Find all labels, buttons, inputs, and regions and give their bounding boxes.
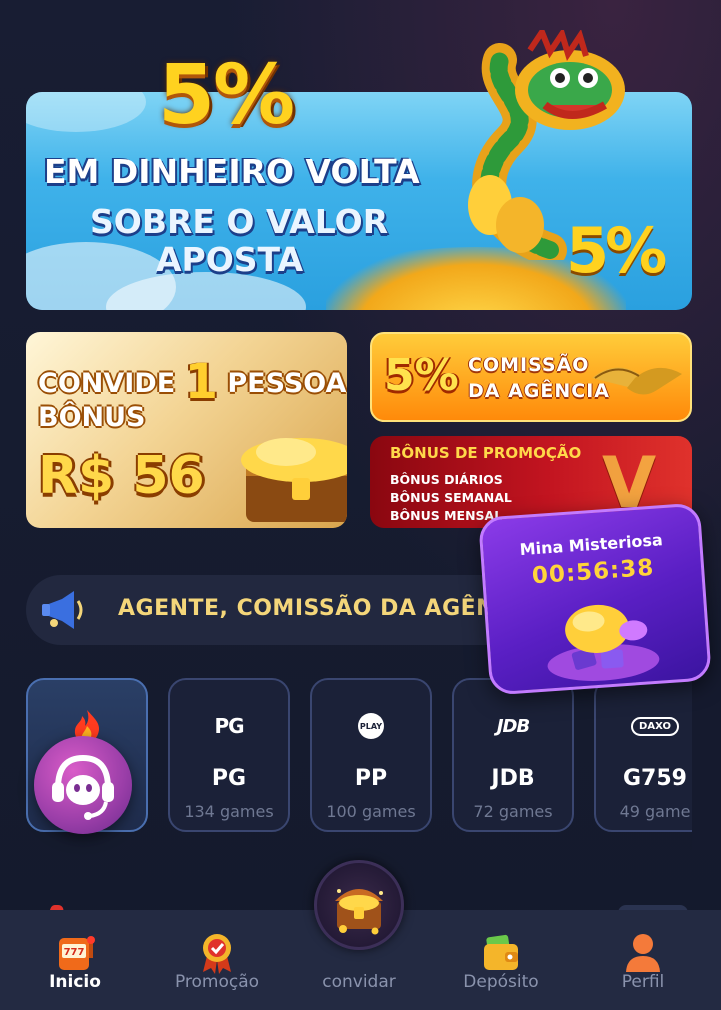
- commission-line1: COMISSÃO: [468, 354, 590, 376]
- cashback-percent: 5%: [158, 48, 295, 143]
- promo-item-daily: BÔNUS DIÁRIOS: [390, 472, 503, 487]
- invite-number: 1: [184, 354, 218, 410]
- provider-card-jdb[interactable]: JDB JDB 72 games: [452, 678, 574, 832]
- nav-label: Inicio: [49, 972, 101, 992]
- invite-text-after: PESSOA: [227, 368, 347, 399]
- nav-item-promocao[interactable]: Promoção: [145, 910, 289, 1010]
- invite-text-before: CONVIDE: [38, 368, 176, 399]
- handshake-icon: [592, 367, 682, 395]
- nav-label: Promoção: [174, 972, 260, 992]
- nav-label: convidar: [322, 972, 396, 992]
- treasure-chest-icon: [335, 889, 383, 935]
- commission-percent: 5%: [384, 350, 459, 401]
- promo-item-weekly: BÔNUS SEMANAL: [390, 490, 512, 505]
- nav-item-inicio[interactable]: 777 Inicio: [3, 910, 147, 1010]
- cashback-corner-percent: 5%: [566, 214, 667, 287]
- headset-icon: [52, 754, 114, 820]
- provider-name: PG: [211, 766, 247, 791]
- provider-game-count: 72 games: [473, 802, 553, 821]
- medal-icon: [203, 934, 231, 974]
- promo-title: BÔNUS DE PROMOÇÃO: [390, 444, 582, 462]
- slot-machine-icon: 777: [59, 936, 95, 970]
- pp-logo-text: PLAY: [358, 713, 384, 739]
- scroll-edge: [692, 660, 721, 850]
- customer-support-button[interactable]: [34, 736, 132, 834]
- megaphone-icon: [42, 591, 83, 629]
- marquee-text: AGENTE, COMISSÃO DA AGÊNCIA: [118, 596, 538, 621]
- nav-label: Depósito: [463, 972, 539, 992]
- jdb-logo-text: JDB: [496, 715, 530, 737]
- gold-mine-icon: [547, 604, 660, 681]
- svg-text:777: 777: [64, 947, 85, 958]
- invite-bonus-label: BÔNUS: [38, 402, 146, 433]
- pg-logo-text: PG: [214, 714, 244, 738]
- mystery-mine-widget[interactable]: Mina Misteriosa 00:56:38: [478, 502, 712, 696]
- promo-item-monthly: BÔNUS MENSAL: [390, 508, 503, 523]
- invite-bonus-card[interactable]: CONVIDE 1 PESSOA BÔNUS R$ 56: [26, 332, 347, 528]
- invite-bonus-amount: R$ 56: [38, 446, 205, 506]
- provider-card-pg[interactable]: PG PG 134 games: [168, 678, 290, 832]
- provider-name: PP: [354, 766, 388, 791]
- cloud-decoration: [26, 92, 146, 132]
- nav-item-deposito[interactable]: Depósito: [429, 910, 573, 1010]
- cashback-line2: SOBRE O VALOR: [90, 202, 389, 241]
- user-icon: [626, 934, 660, 972]
- pp-logo-icon: PLAY: [312, 708, 430, 744]
- cashback-line3: APOSTA: [156, 240, 304, 279]
- agency-commission-card[interactable]: 5% COMISSÃO DA AGÊNCIA: [370, 332, 692, 422]
- wallet-icon: [484, 934, 518, 970]
- jdb-logo-icon: JDB: [454, 708, 572, 744]
- provider-game-count: 100 games: [326, 802, 416, 821]
- invite-center-button[interactable]: [314, 860, 404, 950]
- cashback-line1: EM DINHEIRO VOLTA: [44, 152, 420, 191]
- nav-label: Perfil: [621, 972, 665, 992]
- provider-game-count: 134 games: [184, 802, 274, 821]
- pg-logo-icon: PG: [170, 708, 288, 744]
- provider-card-pp[interactable]: PLAY PP 100 games: [310, 678, 432, 832]
- g759-logo-text: DAXO: [631, 716, 679, 736]
- treasure-chest-icon: [241, 438, 347, 522]
- provider-name: JDB: [491, 766, 535, 791]
- nav-item-perfil[interactable]: Perfil: [571, 910, 715, 1010]
